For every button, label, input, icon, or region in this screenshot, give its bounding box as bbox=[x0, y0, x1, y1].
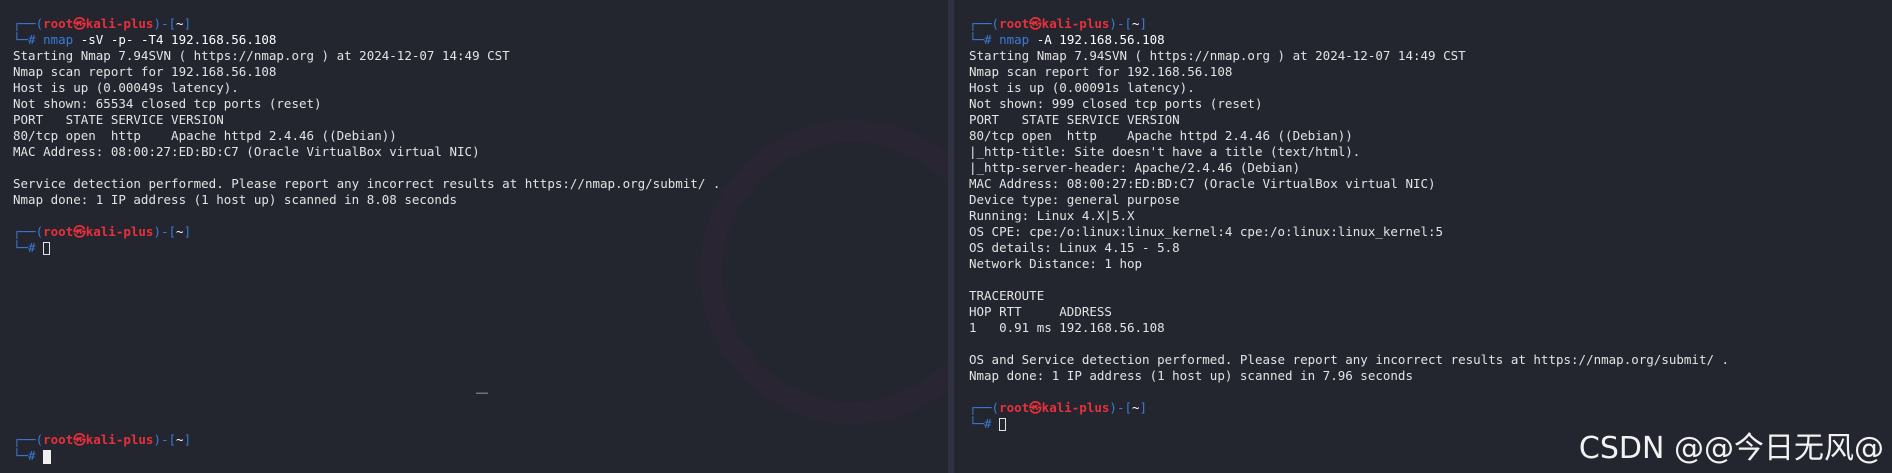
prompt-line-top: ┌──(root㉿kali-plus)-[~] bbox=[968, 400, 1148, 415]
terminal-window: ┌──(root㉿kali-plus)-[~] └─# nmap -sV -p-… bbox=[0, 0, 1892, 473]
prompt-line-top: ┌──(root㉿kali-plus)-[~] bbox=[968, 16, 1148, 31]
left-terminal-pane[interactable]: ┌──(root㉿kali-plus)-[~] └─# nmap -sV -p-… bbox=[0, 0, 948, 473]
cursor bbox=[43, 449, 52, 464]
cursor bbox=[43, 242, 51, 255]
right-terminal-pane[interactable]: ┌──(root㉿kali-plus)-[~] └─# nmap -A 192.… bbox=[953, 0, 1892, 473]
cursor bbox=[999, 418, 1007, 431]
csdn-watermark: CSDN @@今日无风@ bbox=[1578, 431, 1884, 466]
command-line: └─# nmap -A 192.168.56.108 bbox=[968, 32, 1165, 47]
prompt-line-top: ┌──(root㉿kali-plus)-[~] bbox=[13, 432, 192, 447]
prompt-line-top: ┌──(root㉿kali-plus)-[~] bbox=[13, 16, 192, 31]
resize-handle-dots[interactable]: …… bbox=[476, 386, 488, 397]
command-output: Starting Nmap 7.94SVN ( https://nmap.org… bbox=[968, 48, 1730, 383]
active-input-line[interactable]: └─# bbox=[13, 448, 948, 464]
command-line: └─# nmap -sV -p- -T4 192.168.56.108 bbox=[13, 32, 277, 47]
